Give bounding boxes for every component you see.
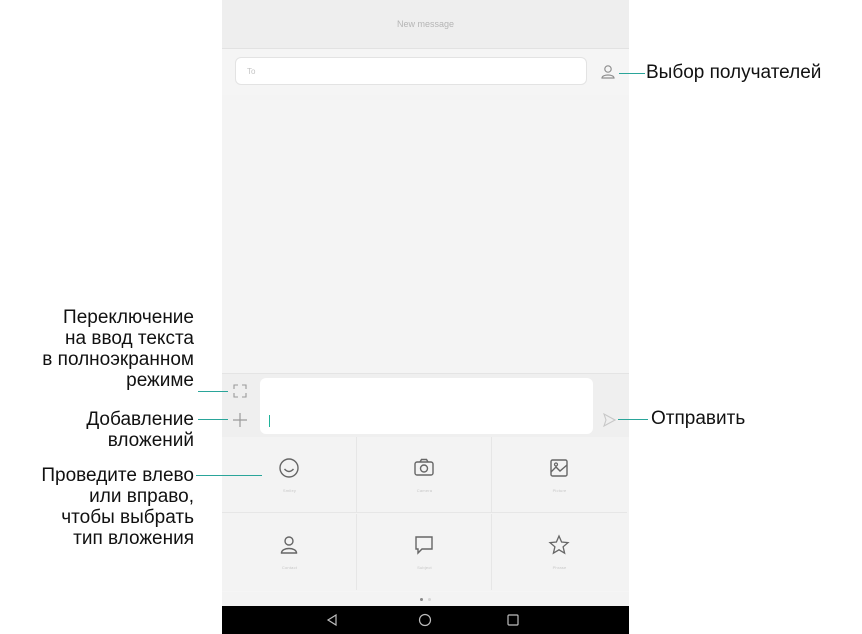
- attachment-label: Contact: [281, 565, 298, 570]
- subject-icon: [415, 536, 433, 555]
- phone-screen: New message Smiley: [222, 0, 629, 634]
- callout-leader-recipients: [619, 73, 645, 74]
- contact-icon: [280, 536, 298, 554]
- callout-line: чтобы выбрать: [61, 507, 194, 528]
- callout-line: вложений: [107, 430, 194, 451]
- camera-icon: [414, 458, 434, 476]
- send-icon[interactable]: [602, 413, 616, 427]
- attachment-label: Phrase: [552, 565, 567, 570]
- attachment-tile-subject[interactable]: Subject: [357, 514, 492, 590]
- callout-attachments: Добавление вложений: [0, 409, 194, 451]
- attachment-tile-camera[interactable]: Camera: [357, 437, 492, 513]
- callout-leader-attachments: [198, 419, 228, 420]
- callout-line: в полноэкранном: [42, 349, 194, 370]
- star-icon: [548, 534, 570, 555]
- callout-line: Проведите влево: [41, 465, 194, 486]
- compose-bar: [222, 373, 629, 438]
- attachment-label: Smiley: [282, 488, 297, 493]
- add-recipient-contact-icon[interactable]: [599, 63, 617, 81]
- callout-line: на ввод текста: [65, 328, 194, 349]
- callout-leader-send: [618, 419, 648, 420]
- message-thread-area: [222, 95, 629, 373]
- system-navigation-bar: [222, 606, 629, 634]
- callout-line: тип вложения: [73, 528, 194, 549]
- title-bar: New message: [222, 0, 629, 49]
- callout-select-recipients: Выбор получателей: [646, 62, 822, 83]
- attachment-tile-contact[interactable]: Contact: [222, 514, 357, 590]
- callout-line: или вправо,: [89, 486, 194, 507]
- callout-line: Переключение: [63, 307, 194, 328]
- attachment-tile-picture[interactable]: Picture: [492, 437, 627, 513]
- callout-line: режиме: [126, 370, 194, 391]
- text-caret: [269, 415, 270, 427]
- attachment-grid: Smiley Camera Picture Contact Subject Ph…: [222, 437, 629, 591]
- fullscreen-toggle-icon[interactable]: [232, 383, 248, 399]
- callout-send: Отправить: [651, 408, 746, 429]
- callout-leader-fullscreen: [198, 391, 228, 392]
- callout-line: Добавление: [86, 409, 194, 430]
- recents-icon[interactable]: [506, 613, 520, 627]
- smiley-icon: [279, 458, 299, 478]
- recipient-field[interactable]: [235, 57, 587, 85]
- message-input[interactable]: [260, 378, 593, 434]
- page-dot: [428, 597, 431, 601]
- page-indicator: [222, 592, 629, 606]
- attachment-tile-phrase[interactable]: Phrase: [492, 514, 627, 590]
- home-icon[interactable]: [418, 613, 432, 627]
- callout-fullscreen: Переключение на ввод текста в полноэкран…: [0, 307, 194, 391]
- attachment-label: Picture: [552, 488, 567, 493]
- recipient-input[interactable]: [245, 65, 586, 77]
- callout-leader-swipe: [196, 475, 262, 476]
- attachment-label: Subject: [417, 565, 432, 570]
- add-attachment-icon[interactable]: [232, 412, 248, 428]
- picture-icon: [550, 459, 568, 477]
- page-dot-active: [420, 597, 423, 601]
- back-icon[interactable]: [325, 613, 339, 627]
- page-title: New message: [396, 19, 455, 29]
- callout-swipe: Проведите влево или вправо, чтобы выбрат…: [0, 465, 194, 549]
- attachment-label: Camera: [416, 488, 433, 493]
